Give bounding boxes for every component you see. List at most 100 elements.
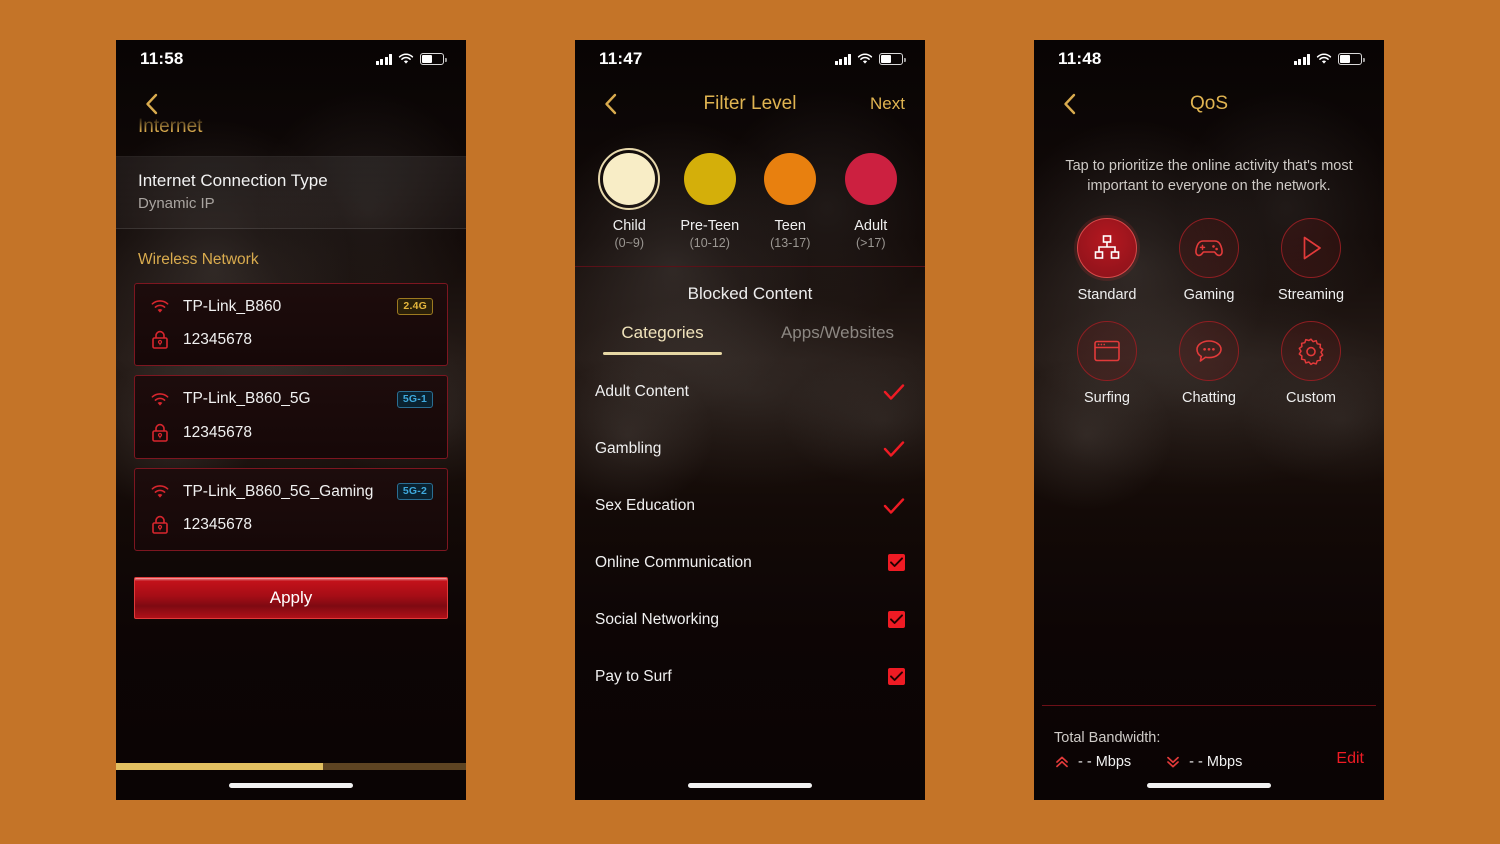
- cellular-bars-icon: [834, 53, 851, 65]
- checkbox-checked[interactable]: [888, 611, 905, 628]
- filter-level-selector: Child (0~9) Pre-Teen (10-12) Teen (13-17…: [575, 130, 925, 266]
- home-indicator[interactable]: [1147, 782, 1271, 788]
- network-password: 12345678: [183, 331, 252, 349]
- category-name: Pay to Surf: [595, 667, 672, 685]
- qos-mode-circle: [1179, 321, 1239, 381]
- checkbox-checked[interactable]: [888, 554, 905, 571]
- wifi-icon: [857, 53, 873, 64]
- back-button[interactable]: [136, 89, 166, 119]
- filter-level-option-pre-teen[interactable]: Pre-Teen (10-12): [673, 148, 747, 250]
- status-bar: 11:47: [575, 40, 925, 78]
- cellular-bars-icon: [375, 53, 392, 65]
- lock-icon: [152, 515, 168, 534]
- network-card[interactable]: TP-Link_B860_5G_Gaming 5G-2 12345678: [134, 467, 448, 552]
- wifi-icon: [1316, 53, 1332, 64]
- qos-mode-standard[interactable]: Standard: [1056, 218, 1158, 303]
- wifi-icon: [151, 300, 169, 313]
- filter-level-age: (>17): [855, 236, 886, 250]
- progress-bar-fill: [116, 763, 323, 770]
- tab-label: Categories: [621, 323, 704, 342]
- filter-dot-wrap: [759, 148, 821, 210]
- category-name: Sex Education: [595, 496, 695, 514]
- network-hierarchy-icon: [1094, 235, 1120, 259]
- cellular-bars-icon: [1293, 53, 1310, 65]
- category-name: Online Communication: [595, 553, 752, 571]
- category-name: Social Networking: [595, 610, 720, 628]
- checkmark-icon[interactable]: [883, 497, 905, 515]
- tab-categories[interactable]: Categories: [575, 317, 750, 355]
- home-indicator-container: [575, 770, 925, 800]
- tab-apps-websites[interactable]: Apps/Websites: [750, 317, 925, 355]
- phone-mockup-qos: 11:48 QoS Tap to prioritize the online a…: [1034, 40, 1384, 800]
- internet-connection-type-label: Internet Connection Type: [138, 171, 328, 190]
- qos-mode-chatting[interactable]: Chatting: [1158, 321, 1260, 406]
- filter-level-option-teen[interactable]: Teen (13-17): [753, 148, 827, 250]
- filter-level-age: (13-17): [770, 236, 811, 250]
- internet-connection-type-value: Dynamic IP: [138, 195, 215, 212]
- network-card[interactable]: TP-Link_B860 2.4G 12345678: [134, 283, 448, 367]
- chevron-left-icon: [1063, 93, 1075, 115]
- battery-icon: [879, 53, 906, 65]
- qos-mode-surfing[interactable]: Surfing: [1056, 321, 1158, 406]
- network-ssid-row: TP-Link_B860_5G_Gaming 5G-2: [149, 482, 433, 501]
- qos-mode-streaming[interactable]: Streaming: [1260, 218, 1362, 303]
- filter-level-name: Teen: [774, 218, 806, 234]
- network-ssid: TP-Link_B860_5G: [183, 390, 311, 408]
- filter-level-option-adult[interactable]: Adult (>17): [834, 148, 908, 250]
- network-list: TP-Link_B860 2.4G 12345678 TP-Link_B860_…: [116, 283, 466, 552]
- status-bar-icons: [1293, 53, 1365, 65]
- category-name: Adult Content: [595, 382, 689, 400]
- checkmark-icon: [890, 671, 903, 681]
- wifi-icon: [398, 53, 414, 64]
- status-bar-icons: [375, 53, 447, 65]
- category-row[interactable]: Social Networking: [595, 591, 905, 648]
- home-indicator[interactable]: [688, 782, 812, 788]
- category-row[interactable]: Gambling: [595, 420, 905, 477]
- home-indicator-container: [116, 770, 466, 800]
- category-row[interactable]: Pay to Surf: [595, 648, 905, 705]
- next-button[interactable]: Next: [870, 94, 905, 114]
- checkbox-checked[interactable]: [888, 668, 905, 685]
- filter-dot-wrap: [598, 148, 661, 210]
- network-password-row: 12345678: [149, 329, 433, 351]
- lock-icon: [152, 331, 168, 350]
- chevron-up-double-icon: [1056, 756, 1068, 768]
- category-row[interactable]: Online Communication: [595, 534, 905, 591]
- network-password-row: 12345678: [149, 514, 433, 536]
- qos-mode-label: Standard: [1077, 287, 1137, 303]
- filter-level-age: (0~9): [614, 236, 645, 250]
- category-row[interactable]: Sex Education: [595, 477, 905, 534]
- blocked-content-section: Blocked Content Categories Apps/Websites…: [575, 267, 925, 800]
- home-indicator[interactable]: [229, 782, 353, 788]
- qos-mode-label: Streaming: [1277, 287, 1345, 303]
- network-card[interactable]: TP-Link_B860_5G 5G-1 12345678: [134, 375, 448, 459]
- chevron-down-double-icon: [1167, 756, 1180, 768]
- network-ssid: TP-Link_B860: [183, 298, 282, 315]
- status-bar: 11:48: [1034, 40, 1384, 78]
- apply-button-container: Apply: [116, 551, 466, 620]
- qos-mode-label: Gaming: [1183, 287, 1235, 303]
- back-button[interactable]: [595, 89, 625, 119]
- network-band-badge: 5G-2: [396, 482, 433, 500]
- apply-button[interactable]: Apply: [134, 577, 448, 620]
- internet-connection-type-row[interactable]: Internet Connection Type Dynamic IP: [116, 156, 466, 229]
- filter-level-option-child[interactable]: Child (0~9): [592, 148, 666, 250]
- network-ssid-row: TP-Link_B860_5G 5G-1: [149, 389, 433, 408]
- filter-color-dot: [764, 153, 817, 205]
- checkmark-icon: [890, 614, 903, 624]
- total-bandwidth-footer: Total Bandwidth: - - Mbps - - Mbps Edit: [1034, 706, 1384, 770]
- qos-mode-gaming[interactable]: Gaming: [1158, 218, 1260, 303]
- qos-mode-circle: [1281, 218, 1341, 278]
- category-row[interactable]: Adult Content: [595, 363, 905, 420]
- checkmark-icon[interactable]: [883, 383, 905, 401]
- qos-mode-custom[interactable]: Custom: [1260, 321, 1362, 406]
- checkmark-icon[interactable]: [883, 440, 905, 458]
- blocked-content-title: Blocked Content: [687, 284, 813, 303]
- edit-bandwidth-button[interactable]: Edit: [1336, 750, 1364, 770]
- back-button[interactable]: [1054, 89, 1084, 119]
- checkmark-icon: [890, 557, 903, 567]
- status-bar-icons: [834, 53, 906, 65]
- play-triangle-icon: [1303, 236, 1321, 260]
- browser-window-icon: [1094, 340, 1120, 362]
